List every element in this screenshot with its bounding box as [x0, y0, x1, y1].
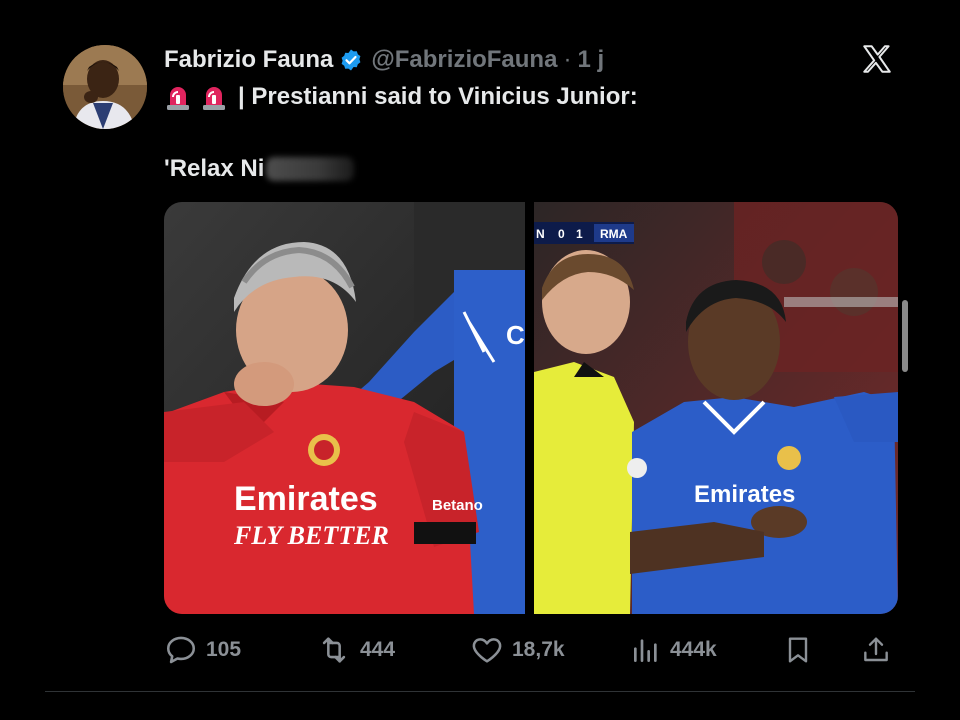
tweet-text: | Prestianni said to Vinicius Junior: [238, 83, 638, 110]
tweet-media[interactable]: C Emirates FLY BETTER Betano N 0 1 RMA E… [164, 202, 898, 614]
verified-badge-icon [339, 48, 363, 72]
siren-emoji-icon [164, 83, 192, 111]
x-logo-icon[interactable] [860, 42, 894, 76]
tweet-text-line-1: | Prestianni said to Vinicius Junior: [164, 80, 638, 114]
siren-emoji-icon [200, 83, 228, 111]
bookmark-button[interactable] [782, 628, 814, 672]
media-divider [525, 202, 534, 614]
reply-count: 105 [206, 638, 242, 661]
tweet-actions: 105 444 18,7k 444k [164, 628, 898, 672]
share-button[interactable] [860, 628, 892, 672]
share-icon [860, 633, 892, 667]
views-button[interactable]: 444k [630, 628, 717, 672]
like-button[interactable]: 18,7k [470, 628, 565, 672]
scoreboard-away-score: 1 [576, 227, 583, 241]
media-image-left[interactable]: C Emirates FLY BETTER Betano [164, 202, 525, 614]
tweet-header: Fabrizio Fauna @FabrizioFauna · 1 j [164, 42, 604, 78]
media-scrollbar[interactable] [902, 300, 908, 372]
scoreboard-home-score: 0 [558, 227, 565, 241]
repost-icon [316, 633, 352, 667]
blurred-text [266, 157, 355, 181]
left-shirt-slogan: FLY BETTER [233, 521, 389, 550]
avatar-image [63, 45, 147, 129]
author-name[interactable]: Fabrizio Fauna [164, 46, 333, 74]
tweet-text-line-2: 'Relax Ni [164, 152, 355, 186]
left-shirt-sponsor: Emirates [234, 480, 378, 518]
views-count: 444k [670, 638, 717, 661]
tweet-quote-text: 'Relax Ni [164, 155, 265, 182]
views-icon [630, 633, 662, 667]
repost-button[interactable]: 444 [316, 628, 395, 672]
tweet-separator [45, 691, 915, 692]
right-shirt-sponsor: Emirates [694, 481, 795, 508]
scoreboard-away-team: RMA [600, 227, 628, 241]
repost-count: 444 [360, 638, 396, 661]
media-image-right[interactable]: N 0 1 RMA Emirates [534, 202, 898, 614]
author-handle[interactable]: @FabrizioFauna [371, 46, 557, 74]
svg-text:C: C [506, 320, 525, 350]
heart-icon [470, 633, 504, 667]
scoreboard-home: N [536, 227, 545, 241]
tweet-timestamp[interactable]: 1 j [577, 46, 604, 74]
left-shirt-side-sponsor: Betano [432, 497, 483, 514]
bookmark-icon [782, 633, 814, 667]
separator-dot: · [563, 46, 572, 73]
reply-icon [164, 633, 198, 667]
reply-button[interactable]: 105 [164, 628, 241, 672]
avatar[interactable] [63, 45, 147, 129]
like-count: 18,7k [512, 638, 565, 661]
